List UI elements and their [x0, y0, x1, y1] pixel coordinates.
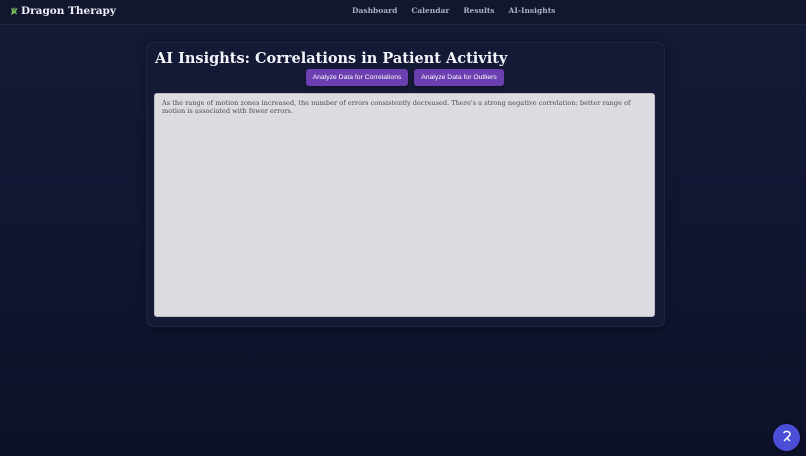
dragon-icon — [10, 6, 19, 16]
insights-output-text: As the range of motion zones increased, … — [162, 99, 631, 115]
brand-name: Dragon Therapy — [21, 5, 116, 17]
top-navbar: Dragon Therapy Dashboard Calendar Result… — [0, 0, 806, 25]
insights-panel: AI Insights: Correlations in Patient Act… — [146, 42, 665, 327]
page-title: AI Insights: Correlations in Patient Act… — [155, 50, 508, 67]
nav-links: Dashboard Calendar Results AI-Insights — [352, 6, 555, 15]
nav-link-calendar[interactable]: Calendar — [411, 6, 449, 15]
brand[interactable]: Dragon Therapy — [10, 5, 116, 17]
nav-link-ai-insights[interactable]: AI-Insights — [509, 6, 556, 15]
nav-link-dashboard[interactable]: Dashboard — [352, 6, 397, 15]
assistant-button[interactable] — [773, 424, 800, 451]
analyze-correlations-button[interactable]: Analyze Data for Correlations — [306, 69, 408, 86]
assistant-icon — [780, 428, 794, 447]
nav-link-results[interactable]: Results — [463, 6, 494, 15]
analyze-outliers-button[interactable]: Analyze Data for Outliers — [414, 69, 504, 86]
insights-output: As the range of motion zones increased, … — [154, 93, 655, 317]
